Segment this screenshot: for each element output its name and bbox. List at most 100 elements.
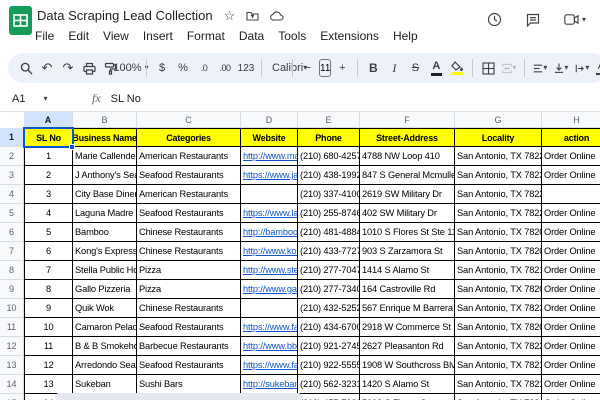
- zoom-control[interactable]: 100%▾: [121, 56, 141, 80]
- fill-color-button[interactable]: [447, 56, 467, 80]
- cell-B10[interactable]: Quik Wok: [73, 299, 137, 318]
- cell-F12[interactable]: 2627 Pleasanton Rd: [360, 337, 455, 356]
- row-header-11[interactable]: 11: [0, 318, 24, 337]
- print-icon[interactable]: [79, 56, 99, 80]
- redo-icon[interactable]: ↷: [58, 56, 78, 80]
- cell-H14[interactable]: Order Online: [542, 375, 600, 394]
- row-header-8[interactable]: 8: [0, 261, 24, 280]
- cell-G1[interactable]: Locality: [455, 128, 542, 147]
- cell-D14[interactable]: http://sukebans: [241, 375, 298, 394]
- cell-A9[interactable]: 8: [24, 280, 73, 299]
- meet-camera-icon[interactable]: ▾: [564, 14, 586, 25]
- cell-A8[interactable]: 7: [24, 261, 73, 280]
- italic-button[interactable]: I: [384, 56, 404, 80]
- cell-D12[interactable]: http://www.bbs: [241, 337, 298, 356]
- cell-A11[interactable]: 10: [24, 318, 73, 337]
- cell-H4[interactable]: [542, 185, 600, 204]
- more-formats-button[interactable]: 123: [236, 56, 256, 80]
- undo-icon[interactable]: ↶: [37, 56, 57, 80]
- cell-A14[interactable]: 13: [24, 375, 73, 394]
- format-currency-button[interactable]: $: [152, 56, 172, 80]
- cell-C3[interactable]: Seafood Restaurants: [137, 166, 241, 185]
- cell-H13[interactable]: Order Online: [542, 356, 600, 375]
- cell-C5[interactable]: Seafood Restaurants: [137, 204, 241, 223]
- cell-E4[interactable]: (210) 337-4100: [298, 185, 360, 204]
- formula-input[interactable]: SL No: [111, 93, 141, 105]
- cell-B6[interactable]: Bamboo: [73, 223, 137, 242]
- cell-B4[interactable]: City Base Diner: [73, 185, 137, 204]
- cell-C1[interactable]: Categories: [137, 128, 241, 147]
- cell-A6[interactable]: 5: [24, 223, 73, 242]
- horizontal-scrollbar-thumb[interactable]: [55, 393, 302, 400]
- cell-H3[interactable]: Order Online: [542, 166, 600, 185]
- cell-C2[interactable]: American Restaurants: [137, 147, 241, 166]
- cell-C4[interactable]: American Restaurants: [137, 185, 241, 204]
- increase-font-size-button[interactable]: +: [332, 56, 352, 80]
- cell-A3[interactable]: 2: [24, 166, 73, 185]
- cell-E11[interactable]: (210) 434-6700: [298, 318, 360, 337]
- search-menus-icon[interactable]: [16, 56, 36, 80]
- row-header-3[interactable]: 3: [0, 166, 24, 185]
- cell-H10[interactable]: Order Online: [542, 299, 600, 318]
- decrease-font-size-button[interactable]: −: [298, 56, 318, 80]
- cell-G11[interactable]: San Antonio, TX 78207: [455, 318, 542, 337]
- cell-H12[interactable]: Order Online: [542, 337, 600, 356]
- cell-A7[interactable]: 6: [24, 242, 73, 261]
- cell-C9[interactable]: Pizza: [137, 280, 241, 299]
- cell-B2[interactable]: Marie Callender: [73, 147, 137, 166]
- cell-E7[interactable]: (210) 433-7727: [298, 242, 360, 261]
- column-header-D[interactable]: D: [241, 112, 298, 128]
- cell-E5[interactable]: (210) 255-8746: [298, 204, 360, 223]
- cell-D2[interactable]: http://www.mar: [241, 147, 298, 166]
- cell-C13[interactable]: Seafood Restaurants: [137, 356, 241, 375]
- menu-data[interactable]: Data: [239, 29, 264, 43]
- cell-B1[interactable]: Business Name: [73, 128, 137, 147]
- cell-H2[interactable]: Order Online: [542, 147, 600, 166]
- cell-G5[interactable]: San Antonio, TX 78221: [455, 204, 542, 223]
- cell-C12[interactable]: Barbecue Restaurants: [137, 337, 241, 356]
- cell-F11[interactable]: 2918 W Commerce St: [360, 318, 455, 337]
- text-rotation-button[interactable]: A ▾: [593, 56, 600, 80]
- cell-E8[interactable]: (210) 277-7047: [298, 261, 360, 280]
- horizontal-align-button[interactable]: ▾: [530, 56, 550, 80]
- cell-F3[interactable]: 847 S General Mcmullen Dr: [360, 166, 455, 185]
- cell-G4[interactable]: San Antonio, TX 78224: [455, 185, 542, 204]
- cell-D7[interactable]: http://www.kon: [241, 242, 298, 261]
- text-wrap-button[interactable]: ▾: [572, 56, 592, 80]
- cell-B5[interactable]: Laguna Madre S: [73, 204, 137, 223]
- cell-H7[interactable]: Order Online: [542, 242, 600, 261]
- menu-insert[interactable]: Insert: [143, 29, 173, 43]
- merge-cells-button[interactable]: ▾: [499, 56, 519, 80]
- cell-F13[interactable]: 1908 W Southcross Blvd: [360, 356, 455, 375]
- cell-D4[interactable]: [241, 185, 298, 204]
- font-size-input[interactable]: 11: [319, 59, 331, 77]
- cell-B14[interactable]: Sukeban: [73, 375, 137, 394]
- row-header-4[interactable]: 4: [0, 185, 24, 204]
- comments-icon[interactable]: [526, 13, 540, 27]
- column-header-H[interactable]: H: [542, 112, 600, 128]
- menu-extensions[interactable]: Extensions: [320, 29, 379, 43]
- menu-file[interactable]: File: [35, 29, 54, 43]
- cell-D9[interactable]: http://www.gall: [241, 280, 298, 299]
- cell-G9[interactable]: San Antonio, TX 78207: [455, 280, 542, 299]
- cell-G8[interactable]: San Antonio, TX 78210: [455, 261, 542, 280]
- cell-C8[interactable]: Pizza: [137, 261, 241, 280]
- cell-G14[interactable]: San Antonio, TX 78210: [455, 375, 542, 394]
- cell-A12[interactable]: 11: [24, 337, 73, 356]
- column-header-B[interactable]: B: [73, 112, 137, 128]
- column-header-C[interactable]: C: [137, 112, 241, 128]
- cell-G2[interactable]: San Antonio, TX 78229: [455, 147, 542, 166]
- row-header-2[interactable]: 2: [0, 147, 24, 166]
- cell-H11[interactable]: Order Online: [542, 318, 600, 337]
- cell-B7[interactable]: Kong's Express: [73, 242, 137, 261]
- cell-E14[interactable]: (210) 562-3231: [298, 375, 360, 394]
- cell-A10[interactable]: 9: [24, 299, 73, 318]
- borders-button[interactable]: [478, 56, 498, 80]
- cell-E15[interactable]: (210) 455-7983: [298, 394, 360, 400]
- cell-H15[interactable]: Order Online: [542, 394, 600, 400]
- format-percent-button[interactable]: %: [173, 56, 193, 80]
- menu-format[interactable]: Format: [187, 29, 225, 43]
- cell-C6[interactable]: Chinese Restaurants: [137, 223, 241, 242]
- cell-A5[interactable]: 4: [24, 204, 73, 223]
- column-header-E[interactable]: E: [298, 112, 360, 128]
